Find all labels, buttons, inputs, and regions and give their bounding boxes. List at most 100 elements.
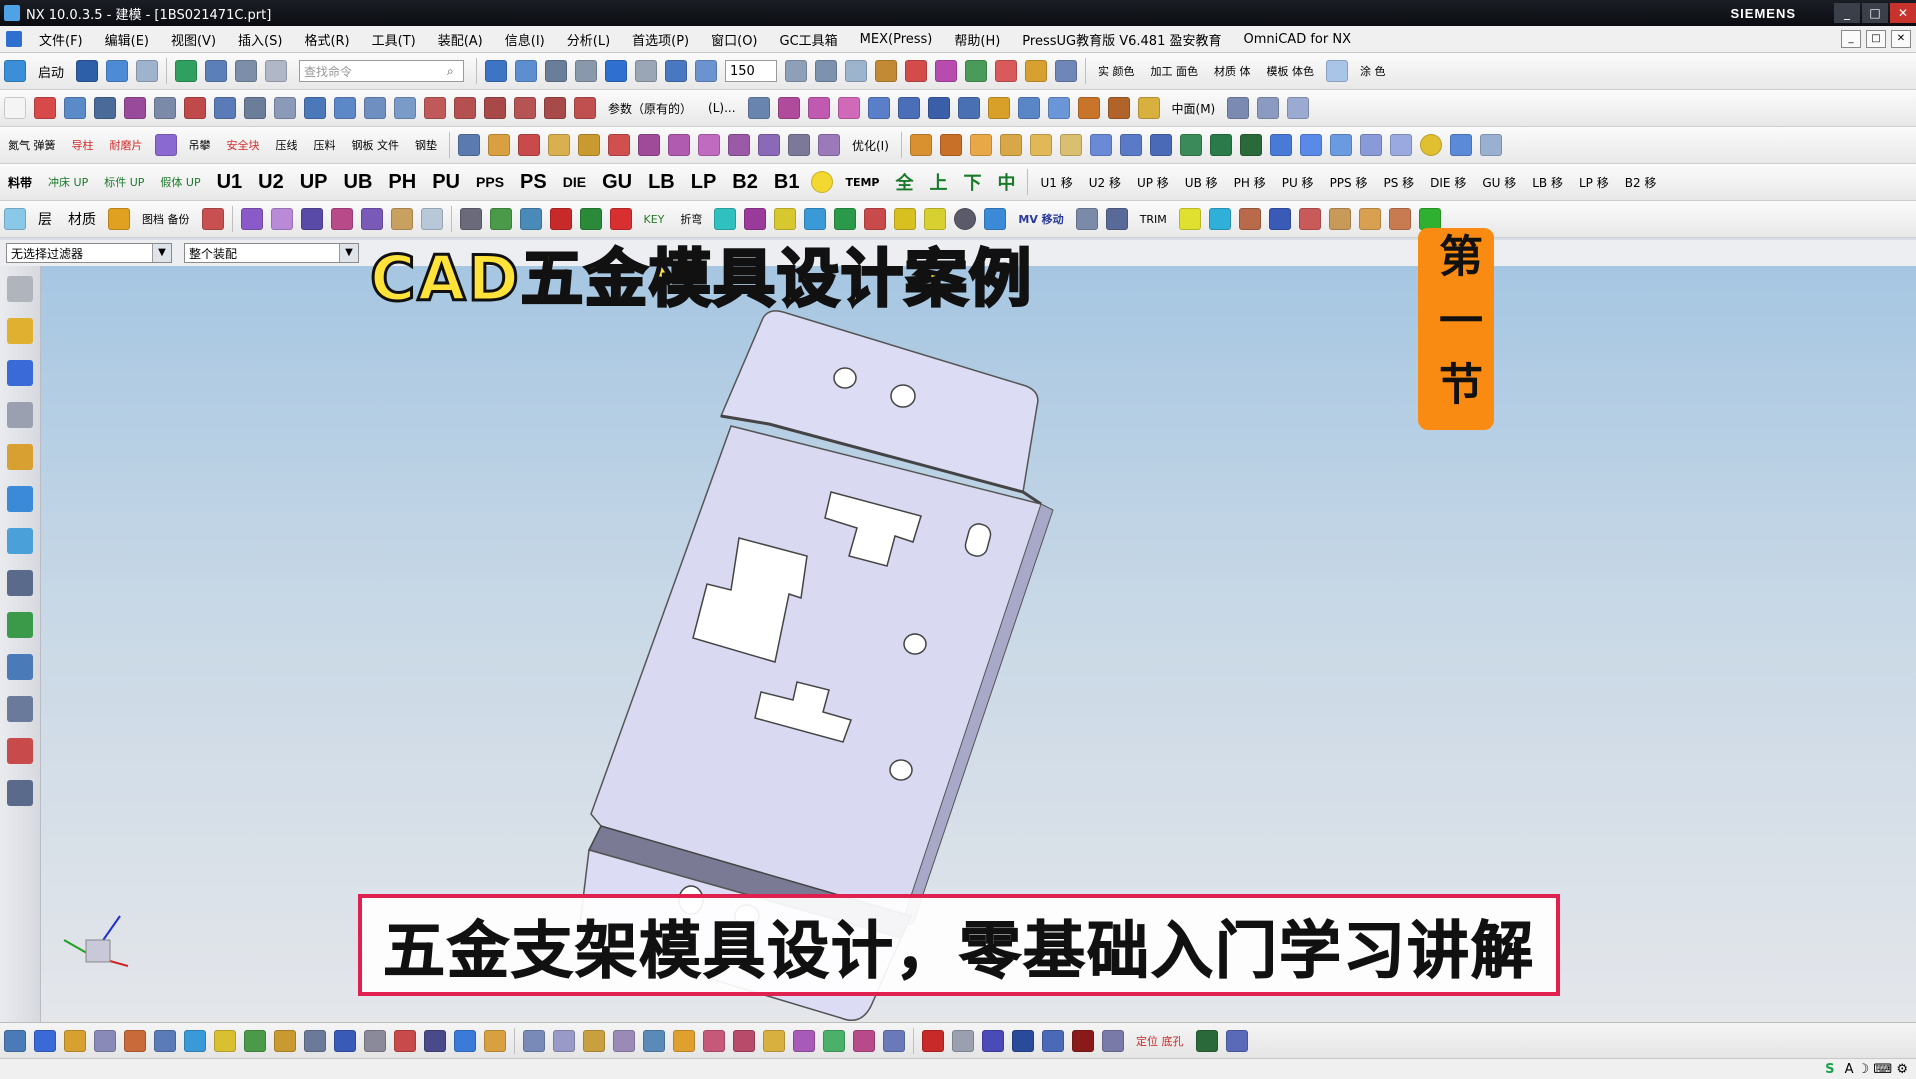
menu-gc-toolbox[interactable]: GC工具箱 (769, 30, 849, 49)
maximize-button[interactable]: □ (1862, 3, 1888, 23)
intersect-icon[interactable] (1029, 134, 1052, 156)
stop-icon[interactable] (818, 134, 840, 156)
history-icon[interactable] (7, 528, 33, 554)
target-icon[interactable] (954, 208, 977, 230)
redo-icon[interactable] (136, 60, 159, 82)
plate-u1[interactable]: U1 (217, 171, 243, 194)
box-yellow-icon[interactable] (548, 134, 570, 156)
marker-icon[interactable] (924, 208, 947, 230)
snap-point-icon[interactable] (4, 1030, 26, 1052)
move-ub[interactable]: UB 移 (1185, 174, 1218, 191)
circle-icon[interactable] (184, 97, 206, 119)
locate-hole-label[interactable]: 定位 底孔 (1136, 1033, 1184, 1049)
plate-lb[interactable]: LB (648, 171, 675, 194)
note-icon[interactable] (184, 1030, 206, 1052)
grid-red-icon[interactable] (1238, 208, 1261, 230)
search-icon[interactable]: ⌕ (447, 64, 463, 79)
block-icon[interactable] (927, 97, 950, 119)
undo-icon[interactable] (106, 60, 129, 82)
paste-face-icon[interactable] (553, 1030, 575, 1052)
point-icon[interactable] (935, 60, 958, 82)
start-icon[interactable] (4, 60, 26, 82)
stack-icon[interactable] (390, 208, 413, 230)
flange-icon[interactable] (1017, 97, 1040, 119)
temp-label[interactable]: TEMP (845, 176, 879, 189)
trim-curve-icon[interactable] (424, 97, 446, 119)
menu-omnicad[interactable]: OmniCAD for NX (1232, 32, 1362, 47)
box-orange-icon[interactable] (1358, 208, 1381, 230)
paint-label[interactable]: 涂 色 (1360, 63, 1386, 79)
mid-face-label[interactable]: 中面(M) (1172, 100, 1216, 117)
material-tool-label[interactable]: 材质 (68, 209, 96, 229)
book-icon[interactable] (643, 1030, 665, 1052)
upper-label[interactable]: 上 (929, 169, 947, 195)
cyan-grid-icon[interactable] (714, 208, 737, 230)
curve-icon[interactable] (154, 97, 176, 119)
thicken-icon[interactable] (1257, 97, 1280, 119)
fk-icon[interactable] (240, 208, 263, 230)
press-material-label[interactable]: 压料 (314, 137, 336, 153)
selection-filter-select[interactable]: 无选择过滤器 ▼ (6, 243, 172, 263)
move-up[interactable]: UP 移 (1137, 174, 1169, 191)
cut-icon[interactable] (1105, 208, 1128, 230)
text-icon[interactable] (274, 1030, 296, 1052)
solid-orange-icon[interactable] (909, 134, 932, 156)
pull-face-icon[interactable] (867, 97, 890, 119)
pilot-icon[interactable] (698, 134, 720, 156)
split-body-icon[interactable] (1089, 134, 1112, 156)
measure-icon[interactable] (875, 60, 898, 82)
menu-view[interactable]: 视图(V) (160, 30, 227, 49)
spline-icon[interactable] (124, 97, 146, 119)
process-studio-icon[interactable] (7, 696, 33, 722)
copy-face-icon[interactable] (523, 1030, 545, 1052)
blue-cube2-icon[interactable] (1299, 134, 1322, 156)
pattern-icon[interactable] (1149, 134, 1172, 156)
clock-icon[interactable] (7, 570, 33, 596)
cylinder-icon[interactable] (957, 97, 980, 119)
chamfer-curve-icon[interactable] (514, 97, 536, 119)
point-set-icon[interactable] (94, 97, 116, 119)
plate-u2[interactable]: U2 (258, 171, 284, 194)
sphere-icon[interactable] (1419, 134, 1442, 156)
move-object-icon[interactable] (1179, 134, 1202, 156)
orient-icon[interactable] (665, 60, 688, 82)
scope-select[interactable]: 整个装配 ▼ (184, 243, 359, 263)
dark-red-icon[interactable] (1072, 1030, 1094, 1052)
menu-analysis[interactable]: 分析(L) (556, 30, 621, 49)
edit-tool-icon[interactable] (394, 1030, 416, 1052)
plate-die[interactable]: DIE (563, 174, 586, 190)
unite-icon[interactable] (969, 134, 992, 156)
box-red-icon[interactable] (518, 134, 540, 156)
pin2-blue-icon[interactable] (1225, 1030, 1248, 1052)
zoom-window-icon[interactable] (515, 60, 538, 82)
divide-curve-icon[interactable] (454, 97, 476, 119)
menu-app-icon[interactable] (6, 31, 22, 47)
reuse-library-icon[interactable] (7, 444, 33, 470)
move-u1[interactable]: U1 移 (1040, 174, 1072, 191)
ime-logo-icon[interactable]: S (1825, 1062, 1834, 1077)
flatten-icon[interactable] (583, 1030, 605, 1052)
menu-preferences[interactable]: 首选项(P) (621, 30, 700, 49)
plate-b1[interactable]: B1 (774, 171, 800, 194)
grid-icon[interactable] (545, 60, 568, 82)
dimension-icon[interactable] (154, 1030, 176, 1052)
assembly-icon[interactable] (458, 134, 480, 156)
screw-icon[interactable] (758, 134, 780, 156)
chevron-down-icon[interactable]: ▼ (152, 244, 171, 262)
component-icon[interactable] (488, 134, 510, 156)
minimize-button[interactable]: _ (1834, 3, 1860, 23)
menu-assembly[interactable]: 装配(A) (427, 30, 494, 49)
roles-icon[interactable] (7, 612, 33, 638)
dotted-icon[interactable] (952, 1030, 974, 1052)
trim-body-icon[interactable] (1059, 134, 1082, 156)
percent-icon[interactable] (270, 208, 293, 230)
doc-restore-button[interactable]: □ (1866, 30, 1886, 48)
ruler2-icon[interactable] (124, 1030, 146, 1052)
shell-icon[interactable] (897, 97, 920, 119)
middle-label[interactable]: 中 (997, 169, 1015, 195)
wire-icon[interactable] (1359, 134, 1382, 156)
s-curve-icon[interactable] (774, 208, 797, 230)
mirror-icon[interactable] (1119, 134, 1142, 156)
replace-face-icon[interactable] (807, 97, 830, 119)
view-side-icon[interactable] (94, 1030, 116, 1052)
